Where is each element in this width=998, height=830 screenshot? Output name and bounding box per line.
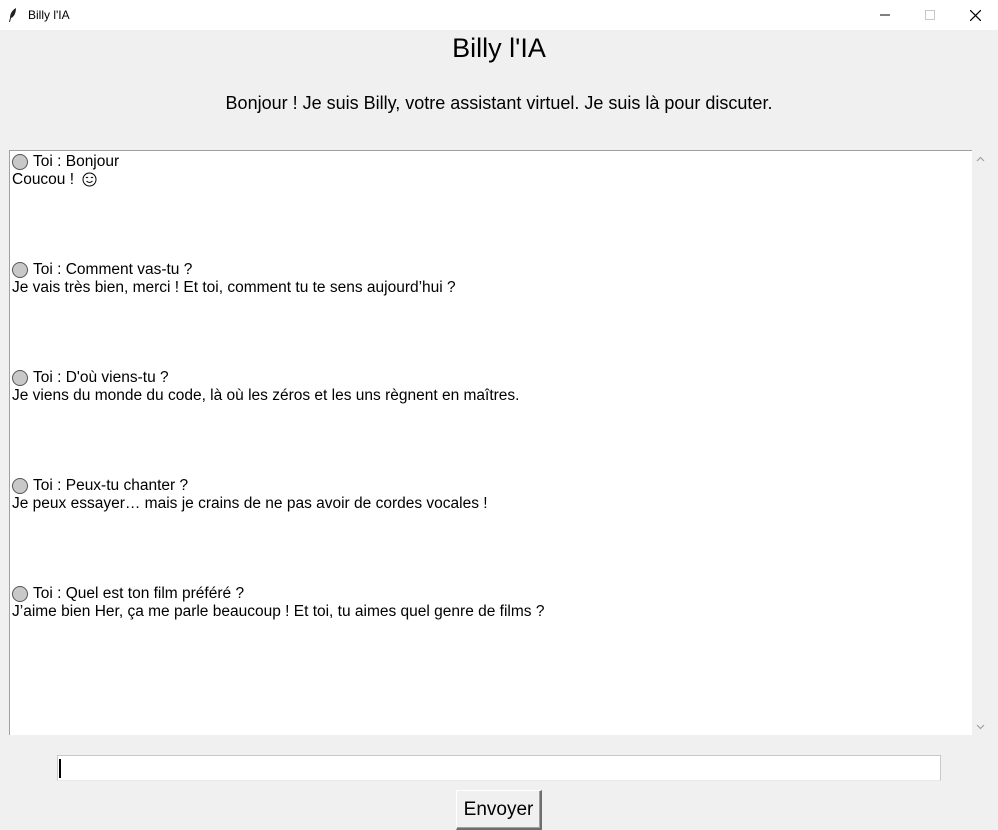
- user-avatar-icon: [12, 154, 28, 170]
- user-avatar-icon: [12, 370, 28, 386]
- chat-scrollbar[interactable]: [972, 150, 989, 735]
- close-icon: [969, 9, 981, 21]
- smiley-icon: [82, 172, 97, 187]
- bot-message: Je peux essayer… mais je crains de ne pa…: [12, 495, 488, 512]
- send-button[interactable]: Envoyer: [456, 790, 542, 830]
- message-pair: Toi : Comment vas-tu ? Je vais très bien…: [12, 261, 456, 297]
- window-title: Billy l'IA: [28, 8, 70, 22]
- chevron-up-icon: [976, 156, 985, 161]
- bot-message: J’aime bien Her, ça me parle beaucoup ! …: [12, 603, 545, 620]
- minimize-icon: [880, 14, 890, 16]
- welcome-subtitle: Bonjour ! Je suis Billy, votre assistant…: [225, 93, 773, 113]
- user-message-text: Toi : Comment vas-tu ?: [33, 261, 193, 278]
- bot-message: Coucou !: [12, 171, 119, 189]
- minimize-button[interactable]: [862, 0, 908, 30]
- user-message: Toi : Comment vas-tu ?: [12, 261, 456, 279]
- maximize-icon: [925, 10, 935, 20]
- scroll-up-button[interactable]: [972, 150, 989, 167]
- user-message: Toi : Bonjour: [12, 153, 119, 171]
- user-avatar-icon: [12, 478, 28, 494]
- chevron-down-icon: [976, 724, 985, 729]
- message-pair: Toi : Bonjour Coucou !: [12, 153, 119, 189]
- user-avatar-icon: [12, 262, 28, 278]
- text-caret: [59, 759, 61, 778]
- user-message-text: Toi : Bonjour: [33, 153, 120, 170]
- app-title: Billy l'IA: [452, 33, 546, 63]
- user-message-text: Toi : D'où viens-tu ?: [33, 369, 169, 386]
- message-pair: Toi : Quel est ton film préféré ? J’aime…: [12, 585, 544, 621]
- feather-icon: [9, 8, 16, 22]
- user-message: Toi : D'où viens-tu ?: [12, 369, 520, 387]
- user-message-text: Toi : Quel est ton film préféré ?: [33, 585, 245, 602]
- bot-message: Je viens du monde du code, là où les zér…: [12, 387, 520, 404]
- bot-message-text: Coucou !: [12, 171, 75, 188]
- bot-message: Je vais très bien, merci ! Et toi, comme…: [12, 279, 456, 296]
- message-pair: Toi : Peux-tu chanter ? Je peux essayer……: [12, 477, 488, 513]
- user-message-text: Toi : Peux-tu chanter ?: [33, 477, 189, 494]
- chat-history[interactable]: Toi : Bonjour Coucou ! Toi : Comment vas…: [9, 150, 972, 735]
- user-avatar-icon: [12, 586, 28, 602]
- close-button[interactable]: [952, 0, 998, 30]
- message-pair: Toi : D'où viens-tu ? Je viens du monde …: [12, 369, 520, 405]
- window-titlebar: Billy l'IA: [0, 0, 998, 30]
- scroll-down-button[interactable]: [972, 718, 989, 735]
- maximize-button[interactable]: [907, 0, 953, 30]
- message-input[interactable]: [57, 755, 941, 781]
- user-message: Toi : Peux-tu chanter ?: [12, 477, 488, 495]
- user-message: Toi : Quel est ton film préféré ?: [12, 585, 544, 603]
